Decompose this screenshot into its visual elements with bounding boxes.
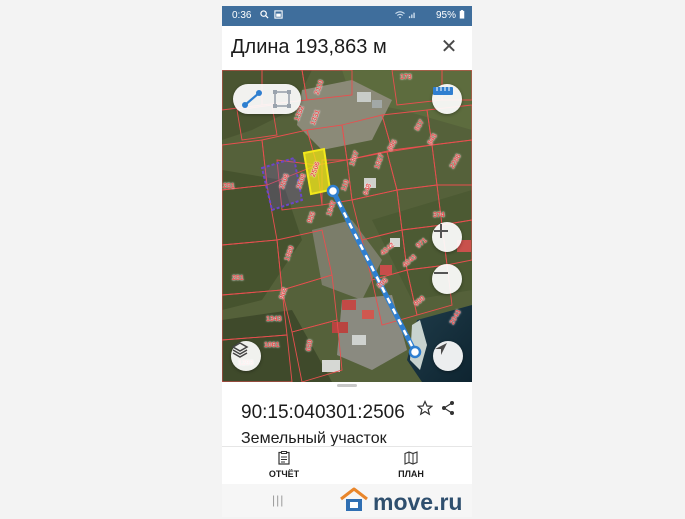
measure-mode-toggle[interactable]	[233, 84, 301, 114]
watermark-text: move.ru	[373, 489, 463, 515]
report-button[interactable]: ОТЧЁТ	[234, 447, 334, 485]
battery-icon	[459, 10, 465, 19]
search-icon	[260, 10, 269, 19]
measure-start-point	[326, 184, 340, 198]
layers-icon	[231, 342, 249, 358]
report-icon	[278, 451, 290, 465]
parcel-info-sheet[interactable]: 90:15:040301:2506 Земельный участок	[222, 382, 472, 447]
ruler-button[interactable]	[432, 84, 462, 114]
house-logo-icon	[340, 487, 368, 511]
image-icon	[274, 10, 283, 19]
zoom-out-button[interactable]	[432, 264, 462, 294]
parcel-label: 251	[232, 275, 244, 282]
parcel-label: 251	[223, 183, 235, 190]
status-bar: 0:36 95%	[222, 6, 472, 26]
cadastral-number: 90:15:040301:2506	[241, 402, 405, 423]
plan-label: ПЛАН	[398, 469, 424, 479]
area-measure-icon[interactable]	[269, 87, 295, 111]
battery-percent: 95%	[435, 10, 456, 21]
measure-length-title: Длина 193,863 м	[231, 36, 387, 58]
phone-screen: 0:36 95% Длина 193,863 м ✕ 173 2110 1332…	[222, 6, 472, 517]
plus-icon	[434, 224, 448, 238]
action-bar: ОТЧЁТ ПЛАН	[222, 446, 472, 485]
parcel-label: 374	[433, 212, 445, 219]
recents-button[interactable]: |||	[272, 493, 284, 507]
zoom-in-button[interactable]	[432, 222, 462, 252]
minus-icon	[434, 272, 448, 274]
sheet-drag-handle[interactable]	[337, 384, 357, 387]
locate-button[interactable]	[433, 341, 463, 371]
parcel-label: 173	[400, 74, 412, 81]
status-time: 0:36	[232, 10, 252, 21]
layers-button[interactable]	[231, 341, 261, 371]
line-measure-icon[interactable]	[239, 87, 265, 111]
parcel-label: 1061	[264, 342, 280, 349]
map-plan-icon	[404, 451, 418, 465]
share-icon[interactable]	[440, 400, 456, 416]
plan-button[interactable]: ПЛАН	[361, 447, 461, 485]
report-label: ОТЧЁТ	[268, 469, 300, 479]
satellite-map[interactable]: 173 2110 1332 1331 837 895 843 1907 1927…	[222, 70, 472, 382]
system-navbar: ||| move.ru	[222, 484, 472, 517]
parcel-label: 1343	[266, 316, 282, 323]
watermark: move.ru	[339, 487, 469, 515]
measure-header: Длина 193,863 м ✕	[222, 26, 472, 70]
measure-end-point	[408, 345, 422, 359]
signal-icon	[408, 12, 415, 19]
wifi-icon	[395, 11, 405, 19]
close-icon[interactable]: ✕	[438, 36, 460, 58]
navigation-arrow-icon	[435, 343, 447, 355]
star-outline-icon[interactable]	[417, 400, 433, 416]
ruler-icon	[433, 87, 453, 95]
